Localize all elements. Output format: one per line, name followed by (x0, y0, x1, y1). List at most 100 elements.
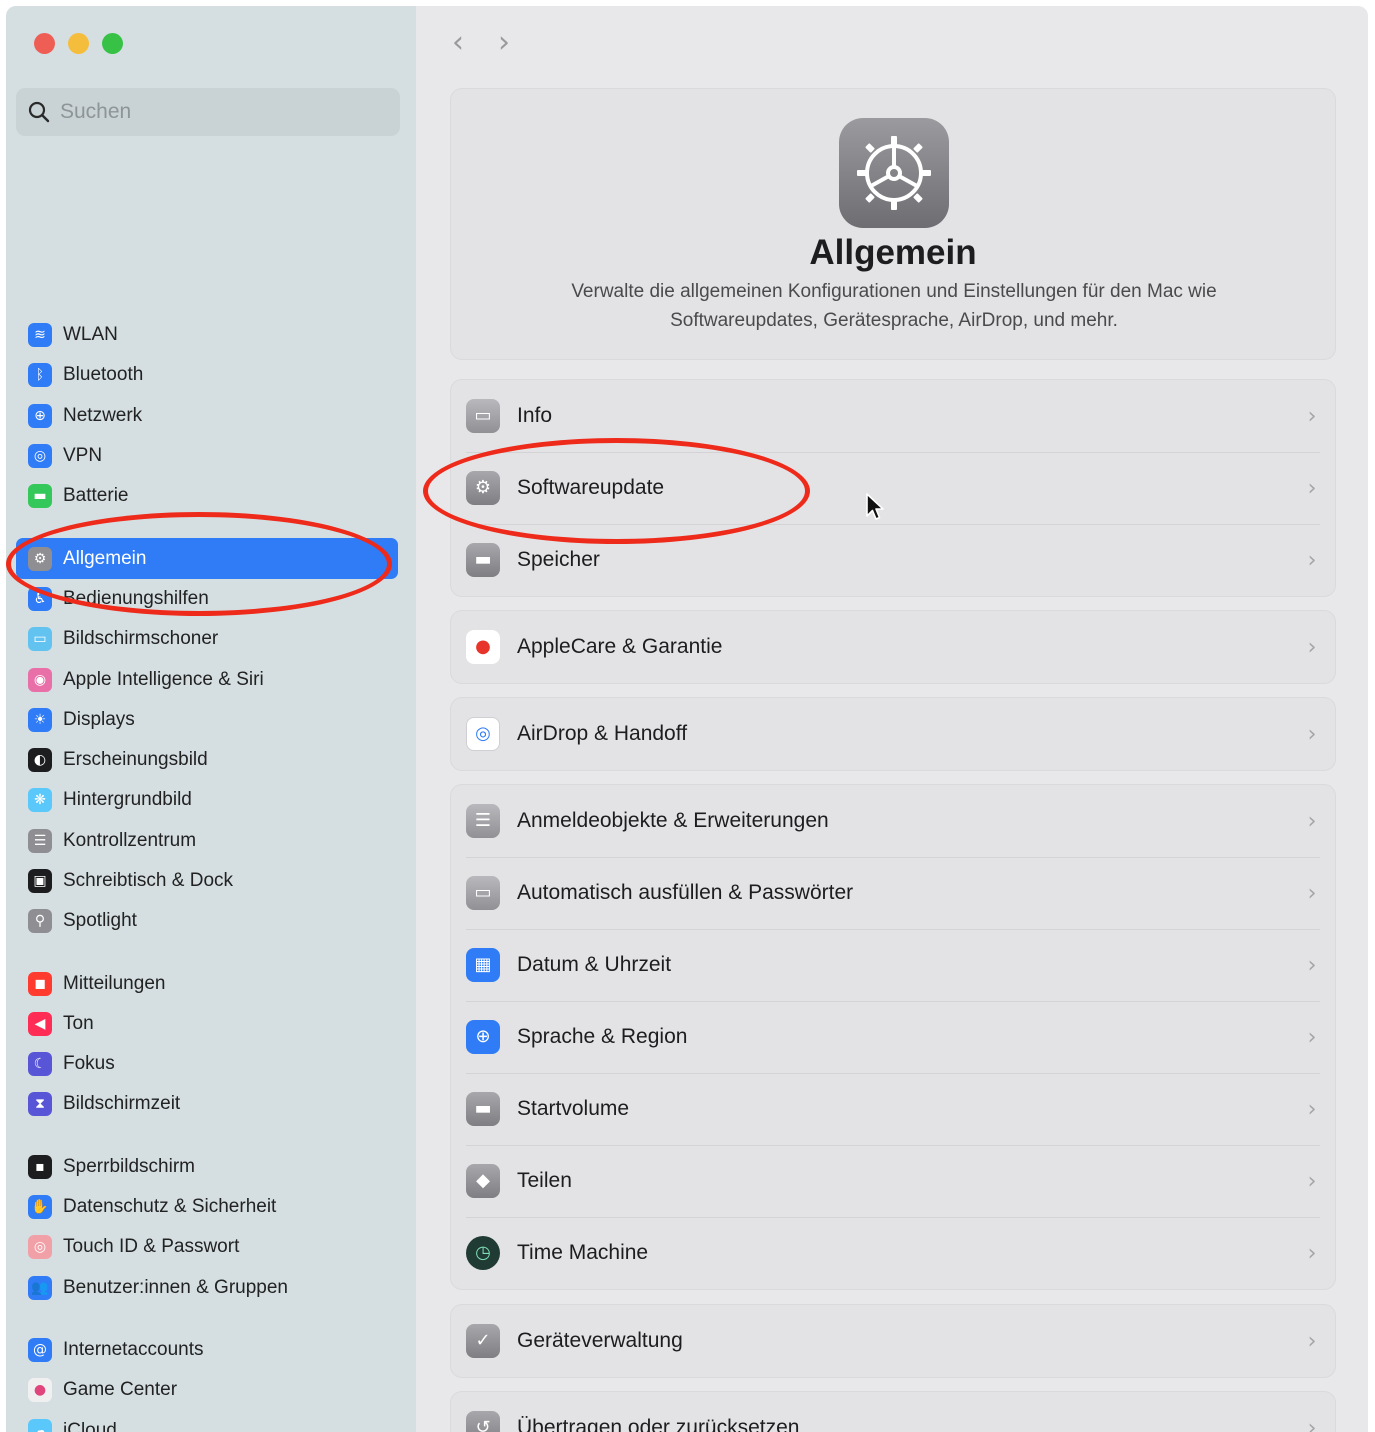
chevron-right-icon: › (1307, 1024, 1317, 1050)
settings-row-anmeldeobjekte-erweiterungen[interactable]: ☰ Anmeldeobjekte & Erweiterungen › (451, 785, 1335, 857)
hourglass-icon: ⧗ (28, 1092, 52, 1117)
sidebar-item-batterie[interactable]: ▬ Batterie (6, 476, 416, 516)
sidebar-item-erscheinungsbild[interactable]: ◐ Erscheinungsbild (6, 740, 416, 780)
window-controls (34, 33, 123, 54)
globe-icon: ⊕ (466, 1020, 500, 1054)
search-input[interactable] (60, 100, 360, 124)
settings-row-label: AirDrop & Handoff (517, 722, 688, 745)
sidebar-item-kontrollzentrum[interactable]: ☰ Kontrollzentrum (6, 821, 416, 861)
sidebar-item-label: iCloud (63, 1419, 117, 1432)
main-pane: ‹ › Allgemein Verwalte die allgemeinen K… (416, 6, 1368, 1432)
storage-icon: ▬ (466, 543, 500, 577)
chevron-right-icon: › (1307, 634, 1317, 660)
sidebar-item-schreibtisch-dock[interactable]: ▣ Schreibtisch & Dock (6, 861, 416, 901)
sidebar-item-displays[interactable]: ☀ Displays (6, 700, 416, 740)
settings-row-speicher[interactable]: ▬ Speicher › (451, 524, 1335, 596)
sidebar-item-hintergrundbild[interactable]: ❋ Hintergrundbild (6, 780, 416, 820)
list-icon: ☰ (466, 804, 500, 838)
settings-row-label: Datum & Uhrzeit (517, 953, 672, 976)
settings-row-teilen[interactable]: ◆ Teilen › (451, 1145, 1335, 1217)
chevron-right-icon: › (1307, 808, 1317, 834)
apple-icon: ● (466, 630, 500, 664)
sun-icon: ☀ (28, 707, 52, 732)
sidebar-item-label: Datenschutz & Sicherheit (63, 1196, 277, 1218)
settings-row-label: Teilen (517, 1169, 572, 1192)
vpn-icon: ◎ (28, 444, 52, 469)
back-button[interactable]: ‹ (452, 28, 464, 58)
sidebar-item-icloud[interactable]: ☁ iCloud (6, 1410, 416, 1432)
chevron-right-icon: › (1307, 547, 1317, 573)
settings-row-label: Automatisch ausfüllen & Passwörter (517, 881, 854, 904)
sidebar-item-benutzer-innen-gruppen[interactable]: 👥 Benutzer:innen & Gruppen (6, 1268, 416, 1308)
navigation-arrows: ‹ › (452, 28, 510, 58)
sidebar-item-label: Ton (63, 1012, 94, 1034)
calendar-clock-icon: ▦ (466, 948, 500, 982)
gear-icon (839, 118, 949, 228)
sidebar-item-vpn[interactable]: ◎ VPN (6, 436, 416, 476)
sidebar-item-spotlight[interactable]: ⚲ Spotlight (6, 901, 416, 941)
sidebar-item-internetaccounts[interactable]: @ Internetaccounts (6, 1330, 416, 1370)
forward-button[interactable]: › (498, 28, 510, 58)
settings-row-datum-uhrzeit[interactable]: ▦ Datum & Uhrzeit › (451, 929, 1335, 1001)
sidebar-item-wlan[interactable]: ≋ WLAN (6, 315, 416, 355)
sidebar-group: ▪ Sperrbildschirm ✋ Datenschutz & Sicherhei… (6, 1147, 416, 1308)
settings-row-time-machine[interactable]: ◷ Time Machine › (451, 1217, 1335, 1289)
sidebar-item-label: Mitteilungen (63, 972, 166, 994)
sidebar-item-label: VPN (63, 445, 103, 467)
settings-row-softwareupdate[interactable]: ⚙ Softwareupdate › (451, 452, 1335, 524)
zoom-button[interactable] (102, 33, 123, 54)
sidebar-item-label: Bildschirmschoner (63, 628, 219, 650)
sidebar-item-bedienungshilfen[interactable]: ♿ Bedienungshilfen (6, 579, 416, 619)
sidebar-item-bildschirmzeit[interactable]: ⧗ Bildschirmzeit (6, 1084, 416, 1124)
spotlight-icon: ⚲ (28, 909, 52, 934)
sidebar-item-label: Kontrollzentrum (63, 829, 197, 851)
appearance-icon: ◐ (28, 748, 52, 773)
settings-card: ↺ Übertragen oder zurücksetzen › (450, 1391, 1336, 1432)
sidebar-item-datenschutz-sicherheit[interactable]: ✋ Datenschutz & Sicherheit (6, 1187, 416, 1227)
moon-icon: ☾ (28, 1052, 52, 1077)
sidebar-item-mitteilungen[interactable]: ◼ Mitteilungen (6, 963, 416, 1003)
settings-row-startvolume[interactable]: ▬ Startvolume › (451, 1073, 1335, 1145)
notifications-icon: ◼ (28, 971, 52, 996)
sidebar-item-bluetooth[interactable]: ᛒ Bluetooth (6, 355, 416, 395)
cloud-icon: ☁ (28, 1418, 52, 1432)
chevron-right-icon: › (1307, 1240, 1317, 1266)
sidebar-item-fokus[interactable]: ☾ Fokus (6, 1044, 416, 1084)
sidebar-item-label: Fokus (63, 1053, 115, 1075)
sidebar-item-label: Batterie (63, 485, 129, 507)
sidebar-item-label: Bildschirmzeit (63, 1093, 181, 1115)
checkmark-badge-icon: ✓ (466, 1324, 500, 1358)
settings-row-info[interactable]: ▭ Info › (451, 380, 1335, 452)
sidebar-item-ton[interactable]: ◀ Ton (6, 1004, 416, 1044)
search-field[interactable] (16, 88, 400, 136)
sidebar-item-allgemein[interactable]: ⚙ Allgemein (6, 538, 416, 580)
sidebar-item-label: Internetaccounts (63, 1338, 204, 1360)
settings-row-übertragen-oder-zurücksetzen[interactable]: ↺ Übertragen oder zurücksetzen › (451, 1392, 1335, 1432)
sidebar-item-sperrbildschirm[interactable]: ▪ Sperrbildschirm (6, 1147, 416, 1187)
settings-row-applecare-garantie[interactable]: ● AppleCare & Garantie › (451, 611, 1335, 683)
sidebar-item-label: Erscheinungsbild (63, 749, 208, 771)
minimize-button[interactable] (68, 33, 89, 54)
mouse-pointer-icon (866, 493, 884, 520)
laptop-icon: ▭ (466, 399, 500, 433)
sidebar-group: ◼ Mitteilungen ◀ Ton ☾ Fokus ⧗ Bildschirmzeit (6, 963, 416, 1124)
close-button[interactable] (34, 33, 55, 54)
settings-row-automatisch-ausfüllen-passwörter[interactable]: ▭ Automatisch ausfüllen & Passwörter › (451, 857, 1335, 929)
sidebar-item-label: Spotlight (63, 910, 137, 932)
sidebar-item-touch-id-passwort[interactable]: ◎ Touch ID & Passwort (6, 1227, 416, 1267)
settings-card: ▭ Info › ⚙ Softwareupdate › ▬ Speicher › (450, 379, 1336, 597)
sidebar-item-apple-intelligence-siri[interactable]: ◉ Apple Intelligence & Siri (6, 659, 416, 699)
sidebar-item-bildschirmschoner[interactable]: ▭ Bildschirmschoner (6, 619, 416, 659)
sidebar-item-netzwerk[interactable]: ⊕ Netzwerk (6, 396, 416, 436)
time-machine-icon: ◷ (466, 1236, 500, 1270)
settings-row-geräteverwaltung[interactable]: ✓ Geräteverwaltung › (451, 1305, 1335, 1377)
hand-icon: ✋ (28, 1195, 52, 1220)
sidebar-group: ≋ WLAN ᛒ Bluetooth ⊕ Netzwerk ◎ VPN ▬ Batterie (6, 315, 416, 516)
sidebar-item-label: Schreibtisch & Dock (63, 870, 234, 891)
settings-row-sprache-region[interactable]: ⊕ Sprache & Region › (451, 1001, 1335, 1073)
bluetooth-icon: ᛒ (28, 363, 52, 388)
settings-row-airdrop-handoff[interactable]: ◎ AirDrop & Handoff › (451, 698, 1335, 770)
sidebar-item-label: Touch ID & Passwort (63, 1236, 240, 1258)
sidebar-item-label: Apple Intelligence & Siri (63, 668, 264, 690)
sidebar-item-game-center[interactable]: ● Game Center (6, 1370, 416, 1410)
